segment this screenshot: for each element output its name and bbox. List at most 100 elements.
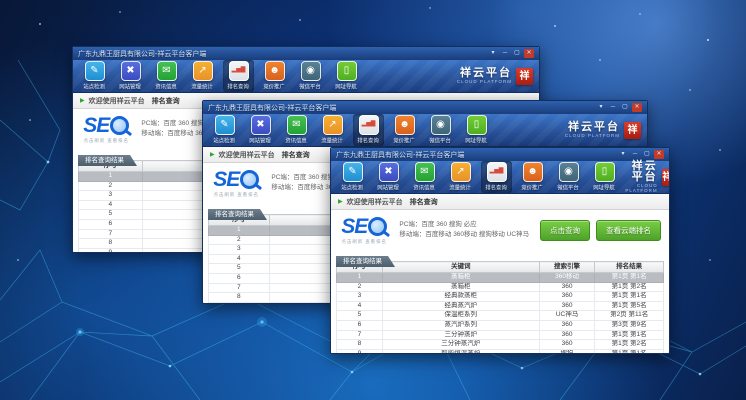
table-row[interactable]: 9智能恒温蒸炉搜狗第1页 第1名 xyxy=(337,349,664,354)
toolbar-item-6[interactable]: ☻竞价推广 xyxy=(259,60,290,92)
maximize-icon[interactable]: ▢ xyxy=(620,103,630,112)
query-button[interactable]: 点击查询 xyxy=(540,220,590,241)
seal-icon: 祥 xyxy=(516,68,533,85)
toolbar-item-4[interactable]: ↗流量统计 xyxy=(445,161,476,193)
toolbar-item-2[interactable]: ✖网站管理 xyxy=(115,60,146,92)
cell-result: 第1页 第2名 xyxy=(595,282,664,292)
chart-line-icon: ↗ xyxy=(451,162,471,182)
cell-keyword: 经典蒸汽炉 xyxy=(382,301,539,311)
cell-no: 6 xyxy=(337,320,383,330)
tab-rank-results[interactable]: 排名查询结果 xyxy=(78,155,137,166)
toolbar-item-5[interactable]: ▂▅▇排名查询 xyxy=(223,60,254,92)
breadcrumb-welcome: 欢迎使用祥云平台 xyxy=(347,197,403,207)
platform-icon: ◉ xyxy=(301,61,321,81)
toolbar-item-8[interactable]: ▯网址导航 xyxy=(461,114,492,146)
brand-subtitle: CLOUD PLATFORM xyxy=(457,80,512,85)
table-row[interactable]: 2蒸箱柜360第1页 第2名 xyxy=(337,282,664,292)
window-controls: ▾ ─ ▢ ✕ xyxy=(618,150,664,159)
cell-no: 7 xyxy=(337,330,383,340)
cell-result: 第1页 第1名 xyxy=(595,273,664,283)
toolbar-item-label: 网址导航 xyxy=(466,136,488,144)
toolbar-item-7[interactable]: ◉微信平台 xyxy=(553,161,584,193)
window-title: 广东九鼎王厨具有限公司-祥云平台客户端 xyxy=(208,103,336,113)
tools-icon: ✖ xyxy=(251,115,271,135)
person-icon: ☻ xyxy=(523,162,543,182)
maximize-icon[interactable]: ▢ xyxy=(512,49,522,58)
cell-no: 6 xyxy=(79,219,143,229)
toolbar-item-3[interactable]: ✉资讯信息 xyxy=(281,114,312,146)
toolbar-item-4[interactable]: ↗流量统计 xyxy=(187,60,218,92)
cell-result: 第1页 第2名 xyxy=(595,340,664,350)
toolbar-item-1[interactable]: ✎站点检测 xyxy=(209,114,240,146)
platform-icon: ◉ xyxy=(559,162,579,182)
table-row[interactable]: 6蒸汽炉系列360第3页 第9名 xyxy=(337,320,664,330)
toolbar-item-4[interactable]: ↗流量统计 xyxy=(317,114,348,146)
chart-bars-icon: ▂▅▇ xyxy=(229,61,249,81)
tab-rank-results[interactable]: 排名查询结果 xyxy=(208,209,267,220)
toolbar-items: ✎站点检测✖网站管理✉资讯信息↗流量统计▂▅▇排名查询☻竞价推广◉微信平台▯网址… xyxy=(337,161,620,193)
toolbar-item-2[interactable]: ✖网站管理 xyxy=(373,161,404,193)
toolbar-item-label: 网站管理 xyxy=(120,82,142,90)
chart-line-icon: ↗ xyxy=(323,115,343,135)
table-row[interactable]: 3经典款蒸柜360第1页 第1名 xyxy=(337,292,664,302)
seo-section: SE 点击刷新 查看排名 PC端：百度 360 搜狗 必应 移动端：百度移动 3… xyxy=(331,210,669,250)
tools-icon: ✖ xyxy=(379,162,399,182)
header-result: 排名结果 xyxy=(595,262,664,273)
close-icon[interactable]: ✕ xyxy=(524,49,534,58)
toolbar-item-2[interactable]: ✖网站管理 xyxy=(245,114,276,146)
toolbar-item-3[interactable]: ✉资讯信息 xyxy=(409,161,440,193)
magnifier-icon xyxy=(240,170,259,189)
toolbar-item-label: 竞价推广 xyxy=(522,183,544,191)
skin-icon[interactable]: ▾ xyxy=(596,103,606,112)
toolbar-item-6[interactable]: ☻竞价推广 xyxy=(389,114,420,146)
toolbar-item-5[interactable]: ▂▅▇排名查询 xyxy=(481,161,512,193)
cell-no: 5 xyxy=(337,311,383,321)
toolbar-item-5[interactable]: ▂▅▇排名查询 xyxy=(353,114,384,146)
skin-icon[interactable]: ▾ xyxy=(488,49,498,58)
breadcrumb-welcome: 欢迎使用祥云平台 xyxy=(219,150,275,160)
cell-result: 第1页 第1名 xyxy=(595,349,664,354)
toolbar-item-7[interactable]: ◉微信平台 xyxy=(425,114,456,146)
table-row[interactable]: 4经典蒸汽炉360第1页 第5名 xyxy=(337,301,664,311)
cell-result: 第2页 第11名 xyxy=(595,311,664,321)
minimize-icon[interactable]: ─ xyxy=(500,49,510,58)
cell-no: 3 xyxy=(209,245,270,255)
toolbar-item-8[interactable]: ▯网址导航 xyxy=(589,161,620,193)
brand-name: 祥云平台 xyxy=(620,161,658,183)
window-titlebar[interactable]: 广东九鼎王厨具有限公司-祥云平台客户端 ▾ ─ ▢ ✕ xyxy=(203,101,647,114)
window-titlebar[interactable]: 广东九鼎王厨具有限公司-祥云平台客户端 ▾ ─ ▢ ✕ xyxy=(73,47,539,60)
minimize-icon[interactable]: ─ xyxy=(630,150,640,159)
toolbar-item-6[interactable]: ☻竞价推广 xyxy=(517,161,548,193)
tab-rank-results[interactable]: 排名查询结果 xyxy=(336,256,395,267)
cloud-rank-button[interactable]: 查看云端排名 xyxy=(596,220,661,241)
maximize-icon[interactable]: ▢ xyxy=(642,150,652,159)
flag-icon: ▶ xyxy=(338,199,343,205)
minimize-icon[interactable]: ─ xyxy=(608,103,618,112)
table-row[interactable]: 7三分钟蒸炉360第1页 第1名 xyxy=(337,330,664,340)
cell-no: 5 xyxy=(209,264,270,274)
toolbar-item-label: 排名查询 xyxy=(486,183,508,191)
seo-tagline: 点击刷新 查看排名 xyxy=(84,137,129,143)
table-row[interactable]: 5保温柜系列UC神马第2页 第11名 xyxy=(337,311,664,321)
skin-icon[interactable]: ▾ xyxy=(618,150,628,159)
cell-engine: UC神马 xyxy=(539,311,595,321)
toolbar-item-1[interactable]: ✎站点检测 xyxy=(79,60,110,92)
cell-no: 2 xyxy=(79,181,143,191)
close-icon[interactable]: ✕ xyxy=(654,150,664,159)
pencil-icon: ✎ xyxy=(85,61,105,81)
toolbar-item-label: 站点检测 xyxy=(84,82,106,90)
person-icon: ☻ xyxy=(265,61,285,81)
seo-tagline: 点击刷新 查看排名 xyxy=(214,191,259,197)
table-row[interactable]: 1蒸箱柜360移动第1页 第1名 xyxy=(337,273,664,283)
toolbar-item-7[interactable]: ◉微信平台 xyxy=(295,60,326,92)
toolbar-item-label: 网站管理 xyxy=(250,136,272,144)
close-icon[interactable]: ✕ xyxy=(632,103,642,112)
table-row[interactable]: 8三分钟蒸汽炉360第1页 第2名 xyxy=(337,340,664,350)
toolbar-item-3[interactable]: ✉资讯信息 xyxy=(151,60,182,92)
toolbar-item-label: 微信平台 xyxy=(558,183,580,191)
toolbar-item-label: 竞价推广 xyxy=(394,136,416,144)
breadcrumb-page: 排名查询 xyxy=(282,150,310,160)
toolbar-item-8[interactable]: ▯网址导航 xyxy=(331,60,362,92)
toolbar-item-1[interactable]: ✎站点检测 xyxy=(337,161,368,193)
window-titlebar[interactable]: 广东九鼎王厨具有限公司-祥云平台客户端 ▾ ─ ▢ ✕ xyxy=(331,148,669,161)
